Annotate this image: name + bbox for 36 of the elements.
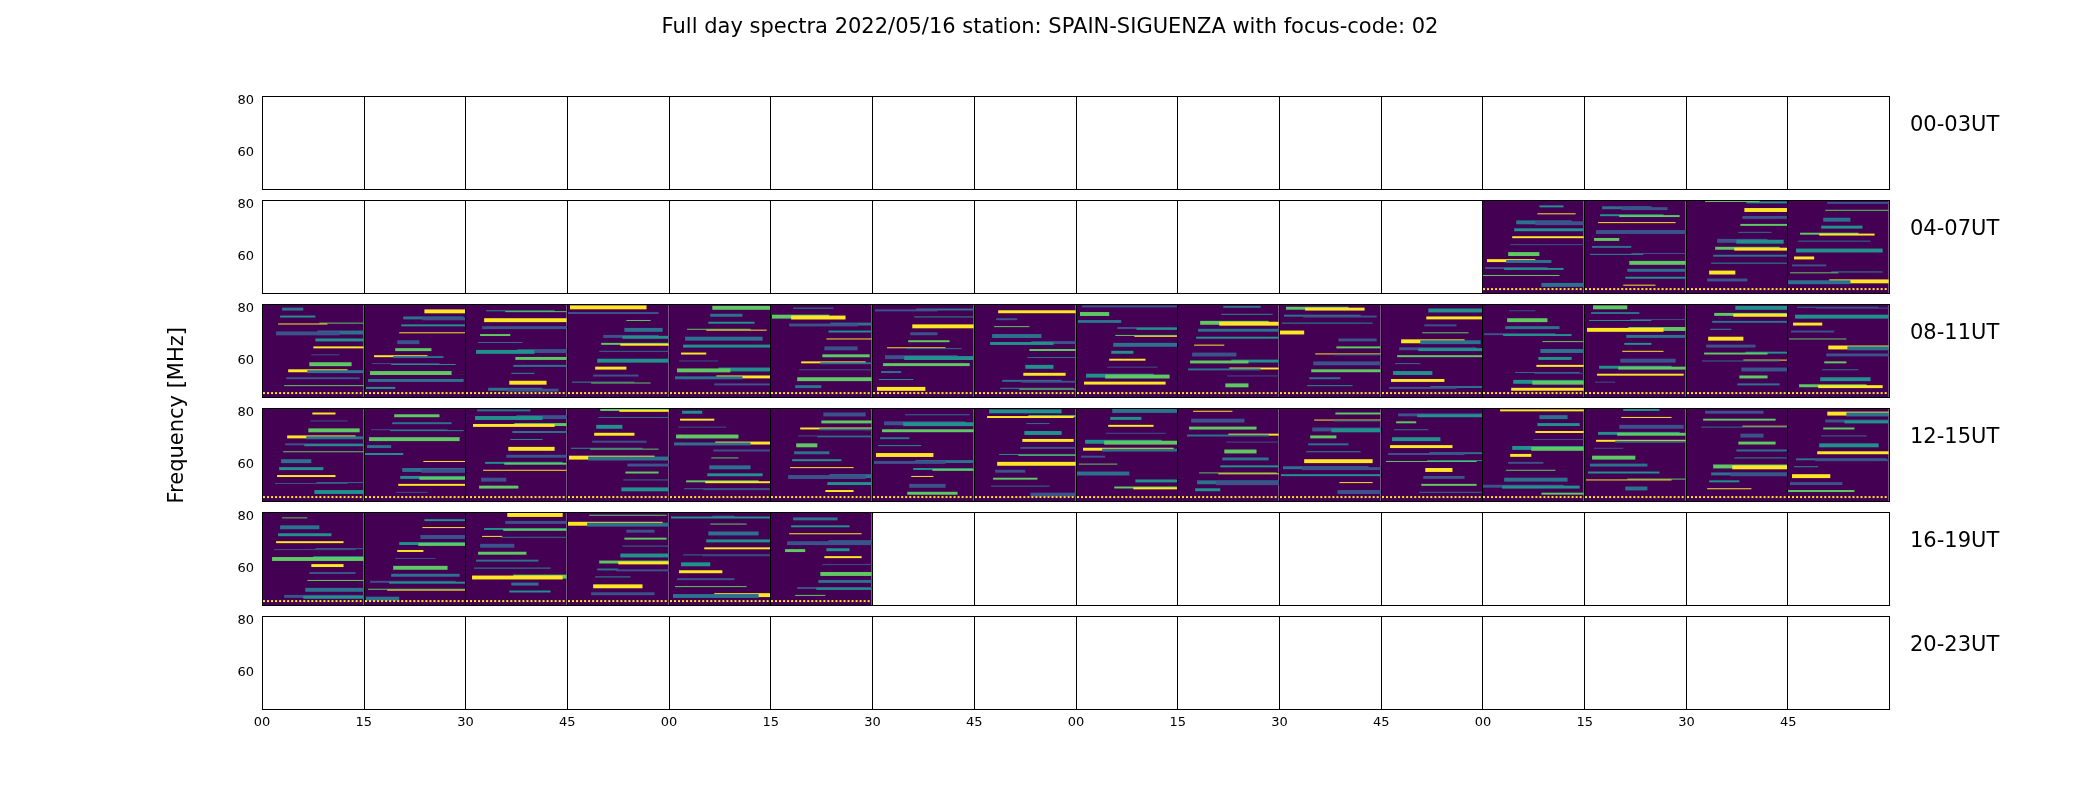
x-tick-label: 30: [1271, 714, 1288, 729]
row-time-label: 12-15UT: [1910, 424, 2000, 450]
y-tick-label: 80: [237, 612, 254, 627]
chart-title: Full day spectra 2022/05/16 station: SPAIN-SIGUENZA with focus-code: 02: [661, 13, 1439, 40]
x-tick-label: 30: [457, 714, 474, 729]
y-tick-label: 80: [237, 508, 254, 523]
x-tick-label: 00: [253, 714, 271, 729]
row-time-label: 20-23UT: [1910, 632, 2000, 658]
x-tick-label: 15: [1576, 714, 1593, 729]
y-tick-label: 60: [237, 560, 254, 575]
x-tick-label: 15: [762, 714, 779, 729]
y-tick-label: 80: [237, 92, 254, 107]
x-tick-label: 00: [1474, 714, 1492, 729]
row-time-label: 00-03UT: [1910, 112, 2000, 138]
x-tick-label: 30: [864, 714, 881, 729]
y-tick-label: 60: [237, 456, 254, 471]
x-tick-label: 45: [966, 714, 983, 729]
x-tick-label: 45: [1373, 714, 1390, 729]
row-time-label: 08-11UT: [1910, 320, 2000, 346]
y-tick-label: 60: [237, 664, 254, 679]
x-tick-label: 15: [355, 714, 372, 729]
y-tick-label: 80: [237, 404, 254, 419]
x-tick-label: 00: [1067, 714, 1085, 729]
x-tick-label: 45: [559, 714, 576, 729]
row-time-label: 16-19UT: [1910, 528, 2000, 554]
y-tick-label: 60: [237, 144, 254, 159]
x-tick-label: 45: [1780, 714, 1797, 729]
y-axis-label: Frequency [MHz]: [164, 326, 188, 504]
x-tick-label: 00: [660, 714, 678, 729]
row-time-label: 04-07UT: [1910, 216, 2000, 242]
y-tick-label: 60: [237, 352, 254, 367]
y-tick-label: 80: [237, 196, 254, 211]
x-tick-label: 30: [1678, 714, 1695, 729]
x-tick-label: 15: [1169, 714, 1186, 729]
y-tick-label: 80: [237, 300, 254, 315]
y-tick-label: 60: [237, 248, 254, 263]
